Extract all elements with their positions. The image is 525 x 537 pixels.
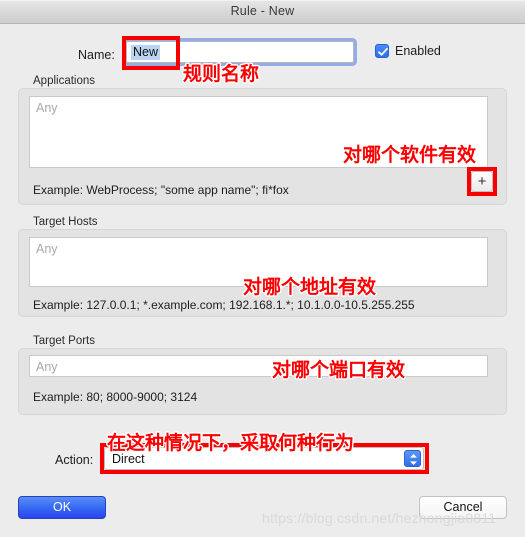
- annotation-box-name: [122, 36, 180, 70]
- target-ports-example: Example: 80; 8000-9000; 3124: [33, 390, 198, 404]
- target-hosts-example: Example: 127.0.0.1; *.example.com; 192.1…: [33, 298, 415, 312]
- target-ports-placeholder: Any: [36, 360, 58, 374]
- target-ports-group-title: Target Ports: [33, 335, 95, 347]
- applications-group-title: Applications: [33, 75, 96, 87]
- annotation-text-applications: 对哪个软件有效: [343, 144, 477, 166]
- applications-placeholder: Any: [36, 101, 58, 115]
- window-titlebar: Rule - New: [0, 0, 525, 24]
- enabled-checkbox-row[interactable]: Enabled: [375, 44, 441, 58]
- action-label: Action:: [55, 453, 94, 467]
- annotation-text-action: 在这种情况下，采取何种行为: [107, 432, 355, 454]
- annotation-text-ports: 对哪个端口有效: [272, 359, 406, 381]
- target-hosts-placeholder: Any: [36, 242, 58, 256]
- watermark: https://blog.csdn.net/hezhongjia0811: [262, 510, 497, 526]
- ok-button-label: OK: [52, 500, 72, 514]
- window-title: Rule - New: [230, 4, 295, 18]
- checkmark-icon[interactable]: [375, 44, 389, 58]
- applications-example: Example: WebProcess; "some app name"; fi…: [33, 183, 289, 197]
- annotation-box-add-button: [467, 167, 497, 196]
- target-ports-input[interactable]: Any: [29, 355, 488, 377]
- target-hosts-group-title: Target Hosts: [33, 216, 98, 228]
- rule-editor-window: Rule - New Name: New Enabled Application…: [0, 0, 525, 537]
- name-label: Name:: [78, 48, 115, 62]
- annotation-text-name: 规则名称: [183, 63, 260, 85]
- ok-button[interactable]: OK: [18, 496, 106, 519]
- enabled-label: Enabled: [395, 44, 441, 58]
- annotation-text-hosts: 对哪个地址有效: [243, 276, 377, 298]
